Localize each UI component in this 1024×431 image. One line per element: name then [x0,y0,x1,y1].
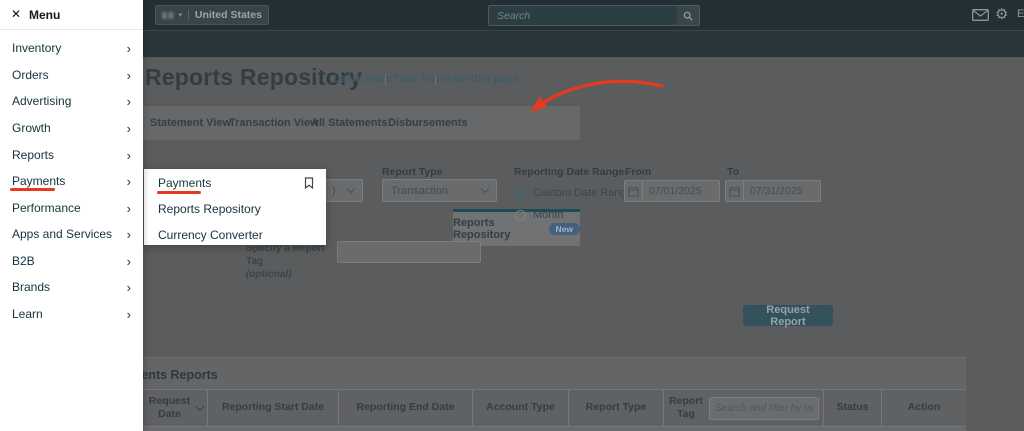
radio-unselected-icon [515,210,526,221]
sidebar-item-reports[interactable]: Reports› [0,142,143,168]
top-nav-bar: ▾ | United States ⚙ E [143,0,1024,31]
chevron-down-icon [347,185,355,193]
payments-reports-card: Payments Reports Request Date Reporting … [143,357,966,431]
from-date-field[interactable]: 07/01/2025 [624,180,720,202]
annotation-underline-submenu-payments [157,191,201,194]
link-separator: | [434,73,437,85]
page-title: Reports Repository [145,64,362,91]
sort-chevron-icon [196,403,204,411]
radio-month[interactable]: Month [515,209,564,221]
sidebar-item-growth[interactable]: Growth› [0,115,143,141]
column-reporting-end-date: Reporting End Date [338,390,472,426]
chevron-right-icon: › [127,68,131,83]
radio-label: Month [533,209,564,221]
request-report-button[interactable]: Request Report [743,305,833,326]
settings-gear-icon[interactable]: ⚙ [995,5,1008,23]
chevron-right-icon: › [127,254,131,269]
submenu-item-reports-repository[interactable]: Reports Repository [144,197,326,221]
chevron-down-icon [481,185,489,193]
chevron-right-icon: › [127,174,131,189]
to-date-value: 07/31/2025 [744,185,803,197]
new-badge: New [549,223,580,235]
partial-right-edge-text: E [1017,8,1024,20]
to-label: To [727,166,739,178]
date-range-label: Reporting Date Range [514,166,624,178]
from-label: From [625,166,651,178]
report-type-value: Transaction [391,185,448,197]
tab-all-statements[interactable]: All Statements [311,106,387,140]
table-row [143,427,966,431]
column-report-type: Report Type [568,390,663,426]
tab-disbursements[interactable]: Disbursements [388,106,467,140]
bookmark-icon[interactable] [304,177,314,189]
radio-label: Custom Date Range [533,187,633,199]
column-action: Action [881,390,966,426]
column-account-type: Account Type [472,390,568,426]
search-icon [683,10,693,22]
report-tag-label: Specify a Report Tag (optional) [246,242,336,281]
divider [0,29,143,30]
sidebar-item-orders[interactable]: Orders› [0,62,143,88]
rate-this-page-link[interactable]: Rate this page [444,73,519,85]
payments-submenu: Payments Reports Repository Currency Con… [144,169,326,245]
calendar-icon[interactable] [625,181,643,201]
search-bar [488,5,700,26]
search-button[interactable] [677,6,699,25]
chevron-right-icon: › [127,280,131,295]
column-reporting-start-date: Reporting Start Date [207,390,338,426]
chevron-right-icon: › [127,201,131,216]
sidebar-item-inventory[interactable]: Inventory› [0,35,143,61]
sub-header-bar [143,31,1024,57]
radio-selected-icon [515,188,526,199]
report-type-label: Report Type [382,166,442,178]
chevron-right-icon: › [127,148,131,163]
chevron-right-icon: › [127,94,131,109]
redacted-account-text [162,12,174,19]
close-icon[interactable]: ✕ [11,7,21,21]
divider: | [187,10,190,21]
tab-transaction-view[interactable]: Transaction View [229,106,319,140]
sidebar-item-performance[interactable]: Performance› [0,195,143,221]
chevron-down-icon: ▾ [179,12,183,19]
tab-statement-view[interactable]: Statement View [150,106,231,140]
sidebar-item-apps-and-services[interactable]: Apps and Services› [0,221,143,247]
to-date-field[interactable]: 07/31/2025 [725,180,821,202]
column-report-tag: Report Tag [663,390,823,426]
messages-icon[interactable] [972,9,989,21]
report-type-select[interactable]: Transaction [382,179,497,202]
chevron-right-icon: › [127,307,131,322]
radio-custom-date-range[interactable]: Custom Date Range [515,187,633,199]
search-input[interactable] [489,6,677,25]
app-window: ▾ | United States ⚙ E Reports Repository… [0,0,1024,431]
annotation-underline-sidebar-payments [10,188,55,191]
tag-filter-input[interactable] [709,397,819,420]
sidebar-item-b2b[interactable]: B2B› [0,248,143,274]
column-request-date[interactable]: Request Date [143,390,207,426]
report-tag-input[interactable] [337,241,481,263]
chevron-right-icon: › [127,41,131,56]
link-separator: | [384,73,387,85]
chevron-right-icon: › [127,121,131,136]
table-header-row: Request Date Reporting Start Date Report… [143,389,966,427]
sidebar-item-brands[interactable]: Brands› [0,274,143,300]
sidebar-item-advertising[interactable]: Advertising› [0,88,143,114]
select-visible-text: ) [332,185,336,197]
chevron-right-icon: › [127,227,131,242]
menu-title: Menu [29,8,60,22]
marketplace-selector[interactable]: ▾ | United States [155,5,269,25]
from-date-value: 07/01/2025 [643,185,702,197]
main-menu-panel: ✕ Menu Inventory› Orders› Advertising› G… [0,0,143,431]
sidebar-item-learn[interactable]: Learn› [0,301,143,327]
column-status: Status [823,390,881,426]
marketplace-label: United States [195,9,262,21]
submenu-item-currency-converter[interactable]: Currency Converter [144,223,326,247]
tab-bar: Statement View Transaction View All Stat… [143,106,580,140]
calendar-icon[interactable] [726,181,744,201]
